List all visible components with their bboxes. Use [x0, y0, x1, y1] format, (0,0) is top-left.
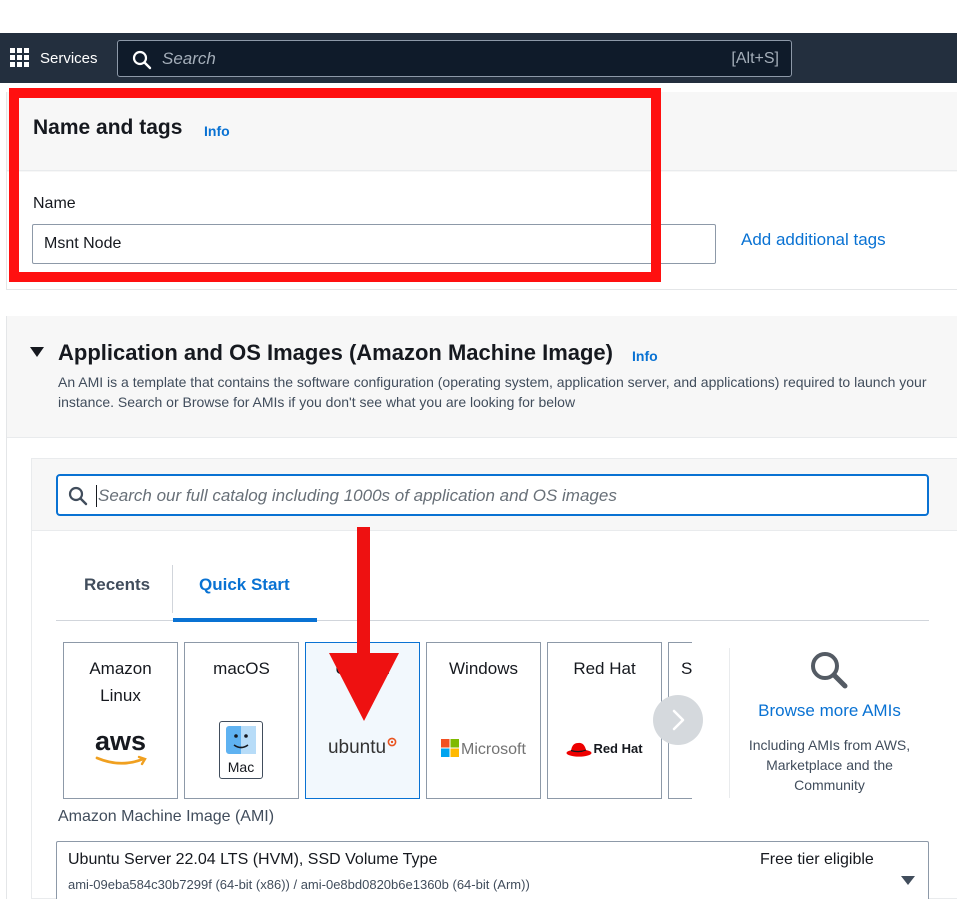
divider: [729, 648, 730, 798]
add-additional-tags-link[interactable]: Add additional tags: [741, 230, 886, 250]
os-tile-label: Windows: [449, 659, 518, 678]
selected-ami-ids: ami-09eba584c30b7299f (64-bit (x86)) / a…: [68, 877, 530, 892]
ami-panel: Application and OS Images (Amazon Machin…: [6, 316, 957, 899]
os-tile-macos[interactable]: macOS Mac: [184, 642, 299, 799]
microsoft-logo-text: Microsoft: [461, 741, 526, 758]
search-icon: [68, 486, 88, 506]
os-tile-amazon-linux[interactable]: Amazon Linux aws: [63, 642, 178, 799]
ubuntu-logo-text: ubuntu: [327, 737, 387, 758]
services-grid-icon[interactable]: [10, 48, 30, 68]
ami-panel-header: Application and OS Images (Amazon Machin…: [7, 316, 957, 438]
aws-logo-text: aws: [94, 726, 147, 756]
redhat-logo-text: Red Hat: [593, 741, 643, 756]
search-icon: [132, 50, 152, 70]
top-navigation-bar: Services Search [Alt+S]: [0, 33, 957, 83]
ami-panel-title: Application and OS Images (Amazon Machin…: [58, 340, 613, 365]
active-tab-indicator: [173, 618, 317, 622]
services-menu-button[interactable]: Services: [40, 50, 98, 67]
os-tile-label: macOS: [213, 659, 270, 678]
os-tile-windows[interactable]: Windows Microsoft: [426, 642, 541, 799]
aws-logo-icon: aws: [64, 727, 177, 767]
tab-quick-start[interactable]: Quick Start: [199, 575, 290, 595]
annotation-arrow-shaft: [357, 527, 370, 662]
text-cursor: [96, 485, 97, 507]
annotation-arrow-head: [329, 653, 399, 721]
ami-search-area: Search our full catalog including 1000s …: [32, 459, 957, 531]
ami-search-placeholder: Search our full catalog including 1000s …: [98, 486, 617, 505]
ami-select-dropdown[interactable]: Ubuntu Server 22.04 LTS (HVM), SSD Volum…: [56, 841, 929, 899]
os-tile-label: Red Hat: [573, 659, 636, 678]
ami-field-label: Amazon Machine Image (AMI): [58, 808, 275, 825]
collapse-caret-icon[interactable]: [30, 347, 44, 357]
finder-mac-icon: Mac: [219, 721, 263, 779]
selected-ami-name: Ubuntu Server 22.04 LTS (HVM), SSD Volum…: [68, 851, 438, 868]
os-tile-label: Amazon Linux: [89, 659, 152, 705]
ami-panel-description: An AMI is a template that contains the s…: [58, 374, 927, 410]
search-placeholder: Search: [162, 49, 216, 68]
free-tier-badge: Free tier eligible: [760, 851, 874, 868]
ami-catalog-card: Search our full catalog including 1000s …: [31, 458, 957, 899]
global-search-input[interactable]: Search [Alt+S]: [117, 40, 792, 77]
browse-more-amis-link[interactable]: Browse more AMIs: [732, 701, 927, 721]
os-tile-red-hat[interactable]: Red Hat Red Hat: [547, 642, 662, 799]
mac-logo-text: Mac: [227, 759, 255, 775]
ubuntu-logo-icon: ubuntu: [306, 737, 419, 759]
browse-more-amis-description: Including AMIs from AWS, Marketplace and…: [748, 737, 911, 793]
tab-separator: [172, 565, 173, 613]
redhat-hat-icon: Red Hat: [548, 741, 661, 757]
os-tile-label: S: [681, 659, 692, 678]
tiles-next-button[interactable]: [653, 695, 703, 745]
ami-catalog-search-input[interactable]: Search our full catalog including 1000s …: [56, 474, 929, 516]
search-shortcut-hint: [Alt+S]: [731, 50, 779, 67]
dropdown-caret-icon: [901, 876, 915, 885]
microsoft-logo-icon: Microsoft: [427, 739, 540, 759]
tab-recents[interactable]: Recents: [84, 575, 150, 595]
annotation-highlight-box: [9, 88, 661, 282]
magnifier-icon: [811, 652, 848, 689]
ami-panel-info-link[interactable]: Info: [632, 348, 658, 364]
chevron-right-icon: [672, 709, 685, 731]
